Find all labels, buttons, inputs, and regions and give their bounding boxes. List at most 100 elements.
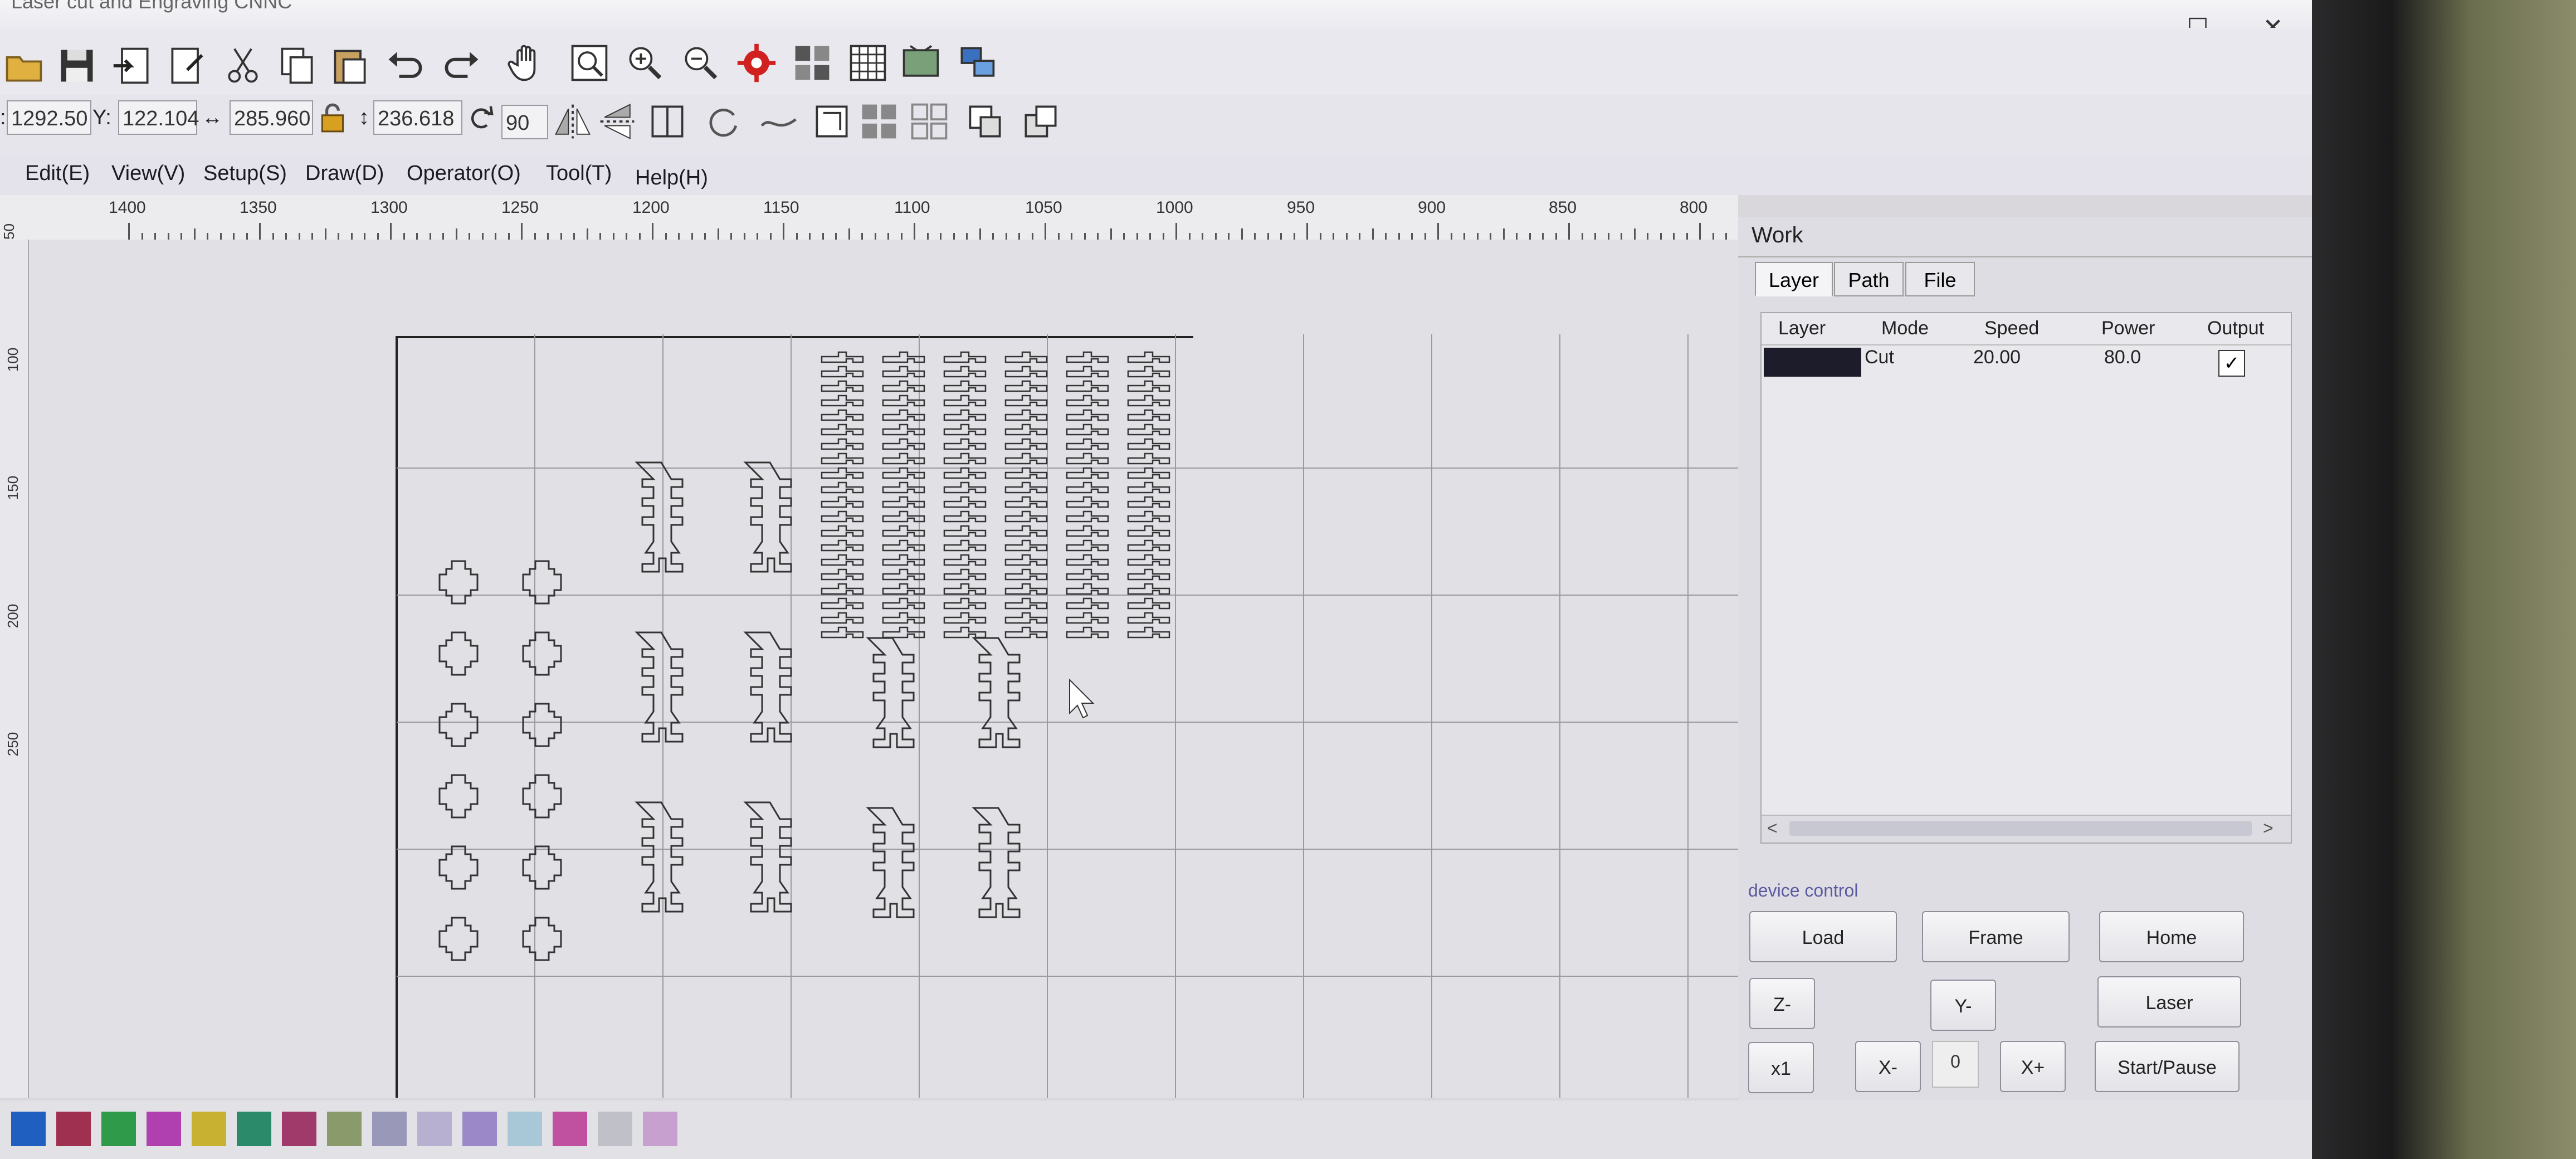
tab-file[interactable]: File [1905,262,1975,296]
zoom-select-icon[interactable] [568,42,611,84]
palette-swatch[interactable] [147,1112,181,1146]
x-plus-button[interactable]: X+ [2000,1041,2066,1092]
group-icon[interactable] [858,100,900,143]
ruler-label: 1300 [370,198,408,217]
laser-button[interactable]: Laser [2097,976,2241,1027]
settings-icon[interactable] [735,42,778,84]
rotate-shape-icon[interactable] [702,100,744,143]
col-speed: Speed [1984,318,2040,339]
layer-color-swatch[interactable] [1764,348,1861,377]
frame-icon[interactable] [811,100,853,143]
redo-icon[interactable] [440,45,482,87]
palette-swatch[interactable] [237,1112,271,1146]
drawing-canvas[interactable] [29,240,1738,1098]
hand-icon[interactable] [507,42,549,84]
display-icon[interactable] [900,42,942,84]
x1-button[interactable]: x1 [1748,1042,1814,1093]
zoom-out-icon[interactable] [680,42,722,84]
palette-swatch[interactable] [508,1112,542,1146]
grid-icon[interactable] [847,42,889,84]
scroll-left-icon[interactable]: < [1767,818,1778,839]
y-field[interactable]: 122.104 [118,100,199,135]
save-icon[interactable] [56,45,98,87]
frame-button[interactable]: Frame [1922,911,2070,962]
mirror-vertical-icon[interactable] [596,100,638,143]
z-minus-button[interactable]: Z- [1749,978,1815,1029]
align-right-icon[interactable] [1019,100,1062,143]
palette-swatch[interactable] [56,1112,91,1146]
import-icon[interactable] [111,45,154,87]
x-minus-button[interactable]: X- [1855,1041,1921,1092]
tab-layer[interactable]: Layer [1755,262,1833,296]
menu-setup[interactable]: Setup(S) [203,162,287,186]
menu-draw[interactable]: Draw(D) [305,162,384,186]
export-icon[interactable] [166,45,208,87]
scroll-right-icon[interactable]: > [2263,818,2273,839]
load-button[interactable]: Load [1749,911,1897,962]
ruler-tick [1333,233,1334,240]
ruler-tick [769,233,772,240]
mirror-horizontal-icon[interactable] [552,100,594,143]
curve-icon[interactable] [758,100,800,143]
palette-swatch[interactable] [598,1112,632,1146]
copy-icon[interactable] [276,45,318,87]
home-button[interactable]: Home [2099,911,2244,962]
cut-shape [821,380,864,392]
start-pause-button[interactable]: Start/Pause [2095,1041,2240,1092]
palette-swatch[interactable] [417,1112,452,1146]
menu-tool[interactable]: Tool(T) [546,162,612,186]
ruler-tick [1476,233,1479,240]
ruler-tick [1621,233,1622,240]
open-icon[interactable] [3,45,45,87]
cut-shape [821,597,864,610]
step-field[interactable]: 0 [1932,1041,1979,1088]
palette-swatch[interactable] [327,1112,362,1146]
paste-icon[interactable] [329,45,371,87]
row-mode: Cut [1865,347,1894,368]
menu-help[interactable]: Help(H) [635,166,708,190]
menu-view[interactable]: View(V) [111,162,185,186]
ruler-tick [1071,233,1072,240]
cut-shape [1066,510,1109,523]
output-checkbox[interactable]: ✓ [2218,350,2245,377]
align-center-icon[interactable] [646,100,689,143]
cut-shape [1004,395,1048,407]
height-field[interactable]: 236.618 [373,100,462,135]
undo-icon[interactable] [384,45,427,87]
width-field[interactable]: 285.960 [230,100,313,135]
tab-path[interactable]: Path [1834,262,1904,296]
palette-swatch[interactable] [192,1112,226,1146]
ungroup-icon[interactable] [908,100,950,143]
cut-shape [522,703,562,747]
horizontal-scrollbar[interactable]: < > [1762,815,2291,843]
palette-swatch[interactable] [462,1112,497,1146]
palette-swatch[interactable] [11,1112,46,1146]
rotate-field[interactable]: 90 [501,105,548,139]
cut-shape [821,395,864,407]
cut-shape [1004,554,1048,566]
lock-icon[interactable] [319,101,347,134]
zoom-in-icon[interactable] [624,42,666,84]
scrollbar-thumb[interactable] [1789,821,2252,836]
ruler-tick [1594,233,1596,240]
device-icon[interactable] [955,42,998,84]
ruler-tick [1607,233,1609,240]
ruler-tick [1463,233,1465,240]
palette-swatch[interactable] [101,1112,136,1146]
palette-swatch[interactable] [282,1112,316,1146]
palette-swatch[interactable] [372,1112,407,1146]
palette-swatch[interactable] [553,1112,587,1146]
ruler-tick [1018,233,1020,240]
menu-edit[interactable]: Edit(E) [25,162,90,186]
cut-shape [866,807,915,918]
main-toolbar [0,28,2312,106]
menu-operator[interactable]: Operator(O) [407,162,521,186]
align-left-icon[interactable] [964,100,1006,143]
cut-shape [438,845,479,890]
palette-swatch[interactable] [643,1112,677,1146]
y-minus-button[interactable]: Y- [1930,980,1996,1031]
array-icon[interactable] [791,42,833,84]
x-field[interactable]: 1292.50 [7,100,91,135]
cut-icon[interactable] [222,45,264,87]
ruler-tick [809,233,811,240]
